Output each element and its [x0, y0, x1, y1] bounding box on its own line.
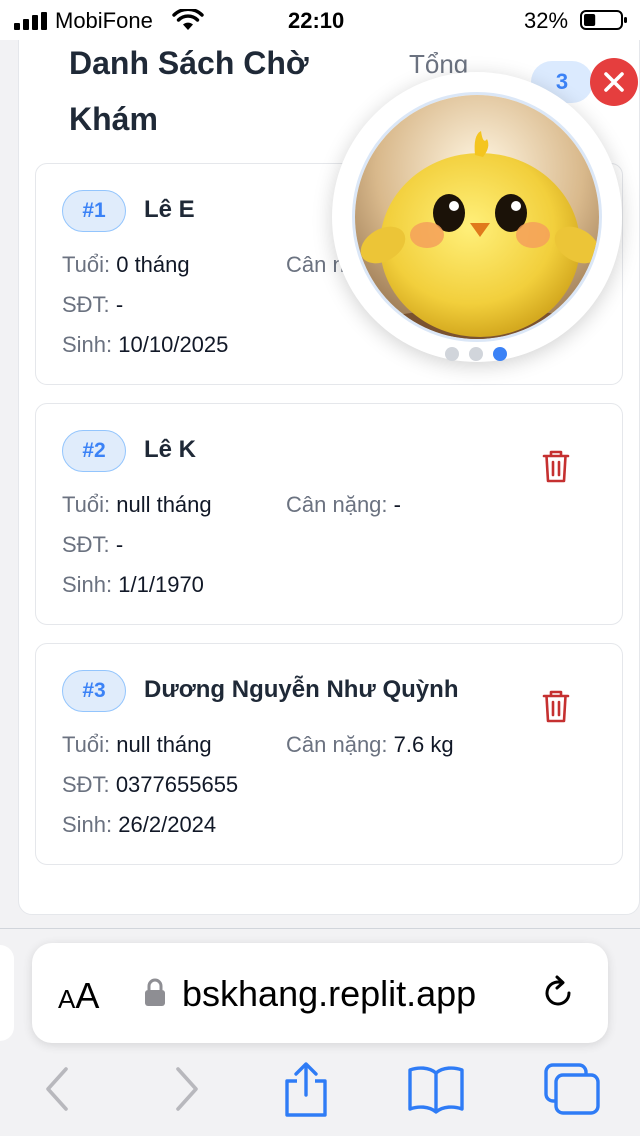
birth-value: 26/2/2024	[118, 812, 217, 837]
bookmarks-icon[interactable]	[406, 1061, 466, 1117]
battery-icon	[580, 10, 627, 30]
patient-name: Lê K	[144, 436, 197, 463]
birth-value: 10/10/2025	[118, 332, 229, 357]
page-title: Danh Sách Chờ Khám	[69, 45, 309, 137]
birth-value: 1/1/1970	[118, 572, 204, 597]
birth-row: Sinh: 10/10/2025	[62, 332, 228, 358]
age-row: Tuổi: null tháng	[62, 732, 212, 758]
text-size-big-a: A	[75, 975, 100, 1016]
trash-icon[interactable]	[540, 688, 572, 724]
clock-time: 22:10	[288, 8, 345, 33]
age-label: Tuổi:	[62, 492, 111, 517]
patient-name: Lê E	[144, 196, 195, 223]
weight-label: Cân nặng:	[286, 732, 388, 757]
previous-tab-peek[interactable]	[0, 945, 14, 1041]
url-text[interactable]: bskhang.replit.app	[182, 973, 522, 1015]
wifi-icon	[172, 9, 204, 30]
text-size-small-a: A	[58, 984, 76, 1014]
age-row: Tuổi: 0 tháng	[62, 252, 190, 278]
chick-mascot-image	[352, 92, 602, 342]
back-icon[interactable]	[28, 1061, 88, 1117]
tabs-icon[interactable]	[542, 1061, 602, 1117]
queue-number-badge: #2	[62, 430, 126, 472]
patient-card: #2 Lê K Tuổi: null tháng Cân nặng: - SĐT…	[35, 403, 623, 625]
weight-value: -	[393, 492, 401, 517]
text-size-button[interactable]: AA	[58, 975, 99, 1017]
lock-icon	[145, 978, 165, 1006]
forward-icon[interactable]	[156, 1061, 216, 1117]
phone-label: SĐT:	[62, 292, 110, 317]
phone-row: SĐT: -	[62, 532, 123, 558]
page-dot[interactable]	[469, 347, 483, 361]
weight-value: 7.6 kg	[393, 732, 454, 757]
address-bar[interactable]: AA bskhang.replit.app	[32, 943, 608, 1043]
phone-value: -	[115, 532, 124, 557]
age-value: 0 tháng	[116, 252, 190, 277]
birth-row: Sinh: 1/1/1970	[62, 572, 204, 598]
phone-value: -	[115, 292, 124, 317]
phone-label: SĐT:	[62, 532, 110, 557]
queue-number-badge: #1	[62, 190, 126, 232]
page-dot[interactable]	[445, 347, 459, 361]
browser-chrome: AA bskhang.replit.app	[0, 928, 640, 1136]
phone-label: SĐT:	[62, 772, 110, 797]
close-button[interactable]	[590, 58, 638, 106]
age-row: Tuổi: null tháng	[62, 492, 212, 518]
page-dot-active[interactable]	[493, 347, 507, 361]
status-bar: MobiFone 22:10 32%	[0, 0, 640, 40]
age-label: Tuổi:	[62, 732, 111, 757]
birth-label: Sinh:	[62, 572, 113, 597]
url-value: bskhang.replit.app	[182, 973, 477, 1014]
page-indicator	[445, 344, 511, 362]
weight-row: Cân nặng: -	[286, 492, 401, 518]
phone-row: SĐT: -	[62, 292, 123, 318]
queue-number-badge: #3	[62, 670, 126, 712]
share-icon[interactable]	[276, 1061, 336, 1117]
birth-row: Sinh: 26/2/2024	[62, 812, 216, 838]
age-label: Tuổi:	[62, 252, 111, 277]
age-value: null tháng	[116, 732, 212, 757]
close-icon	[604, 72, 624, 92]
birth-label: Sinh:	[62, 812, 113, 837]
trash-icon[interactable]	[540, 448, 572, 484]
weight-row: Cân nặng: 7.6 kg	[286, 732, 454, 758]
patient-name: Dương Nguyễn Như Quỳnh	[144, 676, 459, 703]
signal-icon	[14, 12, 47, 30]
battery-percent: 32%	[524, 8, 569, 33]
phone-row: SĐT: 0377655655	[62, 772, 238, 798]
birth-label: Sinh:	[62, 332, 113, 357]
reload-icon[interactable]	[538, 973, 578, 1013]
avatar-widget[interactable]	[332, 72, 622, 362]
weight-label: Cân nặng:	[286, 492, 388, 517]
phone-value: 0377655655	[115, 772, 239, 797]
patient-card: #3 Dương Nguyễn Như Quỳnh Tuổi: null thá…	[35, 643, 623, 865]
carrier-name: MobiFone	[55, 8, 153, 33]
age-value: null tháng	[116, 492, 212, 517]
